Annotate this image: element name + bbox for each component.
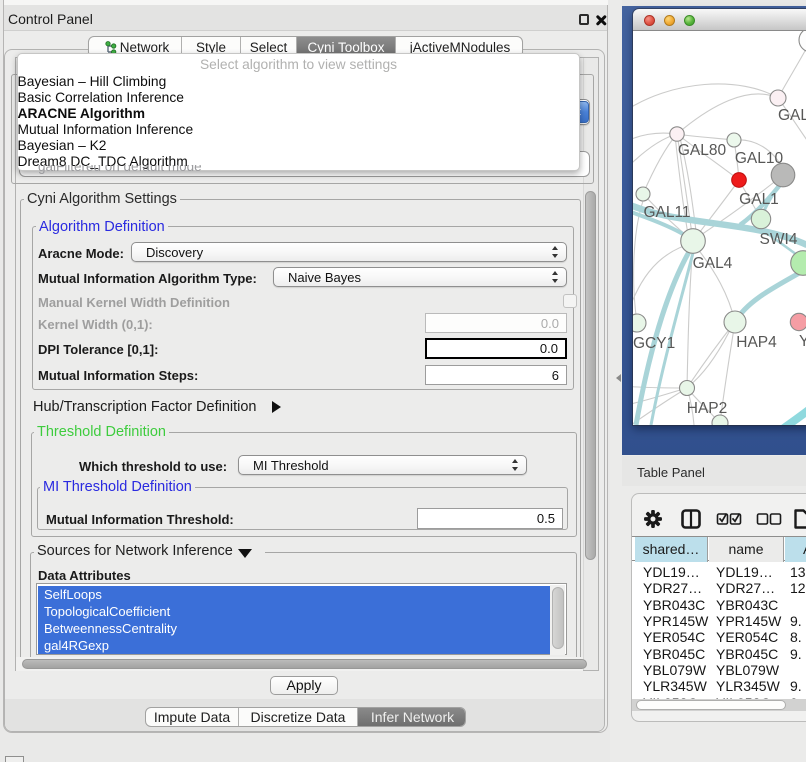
svg-text:GAL4: GAL4 (693, 255, 733, 272)
svg-text:Y: Y (799, 333, 806, 350)
svg-text:HAP2: HAP2 (687, 400, 728, 417)
svg-text:GAL80: GAL80 (678, 142, 727, 159)
svg-text:GAL11: GAL11 (643, 204, 690, 221)
svg-text:GAL1: GAL1 (739, 191, 779, 208)
svg-text:GCY1: GCY1 (633, 335, 675, 352)
svg-text:GAL7: GAL7 (778, 107, 806, 124)
svg-text:GAL10: GAL10 (735, 150, 784, 167)
svg-text:HAP4: HAP4 (736, 334, 777, 351)
svg-text:SWI4: SWI4 (760, 231, 798, 248)
